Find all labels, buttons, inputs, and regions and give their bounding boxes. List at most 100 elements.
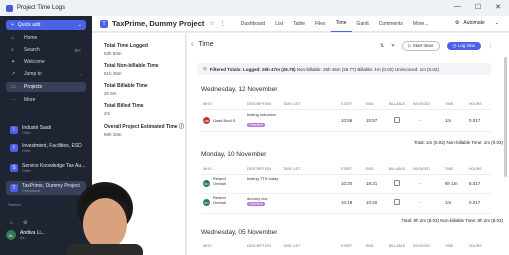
summary-label: Overall Project Estimated Time ⓘ <box>104 124 184 130</box>
column-header: INVOICED <box>413 102 430 106</box>
hours-value: 0.017 <box>469 200 481 205</box>
sidebar-item-more[interactable]: ··· More <box>6 95 86 105</box>
who-name: Reland Ombah <box>213 195 227 205</box>
tab-comments[interactable]: Comments <box>374 16 408 32</box>
time-actions: ⇅ ⏷ ▷ Start timer ◷ Log time ⋮ <box>380 41 493 51</box>
tab-gantt[interactable]: Gantt <box>352 16 374 32</box>
settings-icon[interactable]: ⚙ <box>23 220 27 226</box>
person-silhouette-icon <box>67 182 143 255</box>
sidebar-item-label: Home <box>24 35 38 41</box>
invoiced-value: - <box>419 118 421 123</box>
table-row[interactable]: RO Reland Ombah testing TTS today 10:20 … <box>201 176 491 192</box>
sort-icon[interactable]: ⇅ <box>380 43 384 49</box>
column-header: DESCRIPTION <box>247 167 271 171</box>
tab-files[interactable]: Files <box>310 16 331 32</box>
automate-button[interactable]: ⚙ Automate ⌄ <box>455 20 499 26</box>
sidebar-project-item[interactable]: I Industri Saati Other <box>6 123 86 137</box>
sparkle-icon: ✦ <box>11 59 16 65</box>
filtered-non-billable: Non-billable: 26h 46m (26.77) <box>296 66 357 72</box>
time-value: 1m <box>445 118 452 123</box>
sidebar-item-search[interactable]: ⌕ Search ⌘K <box>6 45 86 55</box>
description: testing induction <box>247 112 276 117</box>
close-button[interactable]: ✕ <box>495 3 501 11</box>
more-options-icon[interactable]: ⋮ <box>220 20 226 27</box>
start-time: 10:19 <box>341 200 353 205</box>
tab-dashboard[interactable]: Dashboard <box>236 16 270 32</box>
home-icon[interactable]: ⌂ <box>10 220 13 226</box>
minimize-button[interactable]: — <box>454 3 461 11</box>
billable-checkbox[interactable] <box>394 199 400 205</box>
tab-table[interactable]: Table <box>288 16 310 32</box>
filtered-uninvoiced: Uninvoiced: 1m (0.02) <box>394 66 439 72</box>
log-time-button[interactable]: ◷ Log time <box>446 42 481 50</box>
tab-list[interactable]: List <box>270 16 288 32</box>
project-icon: T <box>10 184 18 192</box>
day-heading: Monday, 10 November <box>201 151 267 158</box>
who-name: Reland Ombah <box>213 176 227 186</box>
tab-time[interactable]: Time <box>330 16 352 32</box>
row-divider <box>201 213 491 214</box>
summary-value: 66h 15m <box>104 132 122 137</box>
column-header: INVOICED <box>413 167 430 171</box>
filter-icon[interactable]: ⏷ <box>391 43 395 49</box>
summary-value: 51h 45m <box>104 71 122 76</box>
sidebar-item-label: Welcome <box>24 59 45 65</box>
time-log-pane: ‹ Time ⇅ ⏷ ▷ Start timer ◷ Log time ⋮ ⊙ … <box>187 33 509 255</box>
who-name: Gasti Budi S. <box>213 118 237 123</box>
home-icon: ⌂ <box>11 35 15 41</box>
plus-icon: + <box>11 22 14 28</box>
project-category: Other <box>22 131 31 135</box>
more-options-icon[interactable]: ⋮ <box>488 43 493 49</box>
column-header: START <box>341 167 353 171</box>
chevron-left-icon[interactable]: ‹ <box>191 41 193 48</box>
sidebar-project-item[interactable]: I Investment, Facilities, ESD Other <box>6 141 86 155</box>
sidebar-item-jump-to[interactable]: ↗ Jump to › <box>6 69 86 79</box>
end-time: 10:57 <box>366 118 378 123</box>
start-timer-button[interactable]: ▷ Start timer <box>402 41 440 51</box>
shortcut-hint: ⌘K <box>74 47 81 53</box>
time-title: Time <box>198 41 214 48</box>
sidebar-project-item[interactable]: S Service Knowledge Tax Au... Other <box>6 161 86 175</box>
avatar: AL <box>6 230 16 240</box>
start-time: 10:56 <box>341 118 353 123</box>
star-icon[interactable]: ☆ <box>209 20 214 27</box>
sidebar-item-label: Projects <box>24 84 43 90</box>
webcam-overlay-image <box>55 178 153 255</box>
summary-estimated-time: Overall Project Estimated Time ⓘ 66h 15m <box>104 123 185 137</box>
column-header: TIME <box>445 244 454 248</box>
hours-value: 8.017 <box>469 181 481 186</box>
table-row[interactable]: RO Reland Ombah dummy doc Overtime 10:19… <box>201 195 491 212</box>
scrollbar[interactable] <box>504 57 507 177</box>
summary-label: Total Billable Time <box>104 83 148 89</box>
time-heading: ‹ Time <box>191 41 214 48</box>
column-header: END <box>366 167 374 171</box>
maximize-button[interactable]: ☐ <box>475 3 481 11</box>
column-header: TIME <box>445 167 454 171</box>
user-profile[interactable]: AL Andiva Li... Sa... <box>6 230 45 240</box>
user-subtitle: Sa... <box>20 236 28 240</box>
column-header: DESCRIPTION <box>247 102 271 106</box>
project-category: Other <box>22 149 31 153</box>
project-header: T TaxPrime, Dummy Project ☆ ⋮ Dashboard … <box>92 16 509 32</box>
start-timer-label: Start timer <box>412 43 434 48</box>
column-header: HOURS <box>469 167 482 171</box>
jump-icon: ↗ <box>11 71 16 77</box>
sidebar-item-projects[interactable]: ▭ Projects <box>6 82 86 92</box>
column-header: BILLABLE <box>389 167 406 171</box>
billable-checkbox[interactable] <box>394 117 400 123</box>
filter-icon: ⊙ <box>203 66 207 71</box>
sidebar-item-welcome[interactable]: ✦ Welcome <box>6 57 86 67</box>
quick-add-button[interactable]: + Quick add ⌄ <box>6 20 86 30</box>
column-header: TASK LIST <box>283 244 301 248</box>
hours-value: 0.017 <box>469 118 481 123</box>
summary-total-billable: Total Billable Time 2h 5m <box>104 83 185 96</box>
table-row[interactable]: GB Gasti Budi S. testing induction Overt… <box>201 112 491 129</box>
day-heading: Wednesday, 12 November <box>201 86 278 93</box>
automate-icon: ⚙ <box>454 20 460 26</box>
billable-checkbox[interactable] <box>394 180 400 186</box>
sidebar-item-label: Search <box>24 47 40 53</box>
tab-more[interactable]: More... <box>408 16 434 32</box>
column-header: TIME <box>445 102 454 106</box>
search-icon: ⌕ <box>11 47 14 53</box>
sidebar-item-home[interactable]: ⌂ Home <box>6 33 86 43</box>
